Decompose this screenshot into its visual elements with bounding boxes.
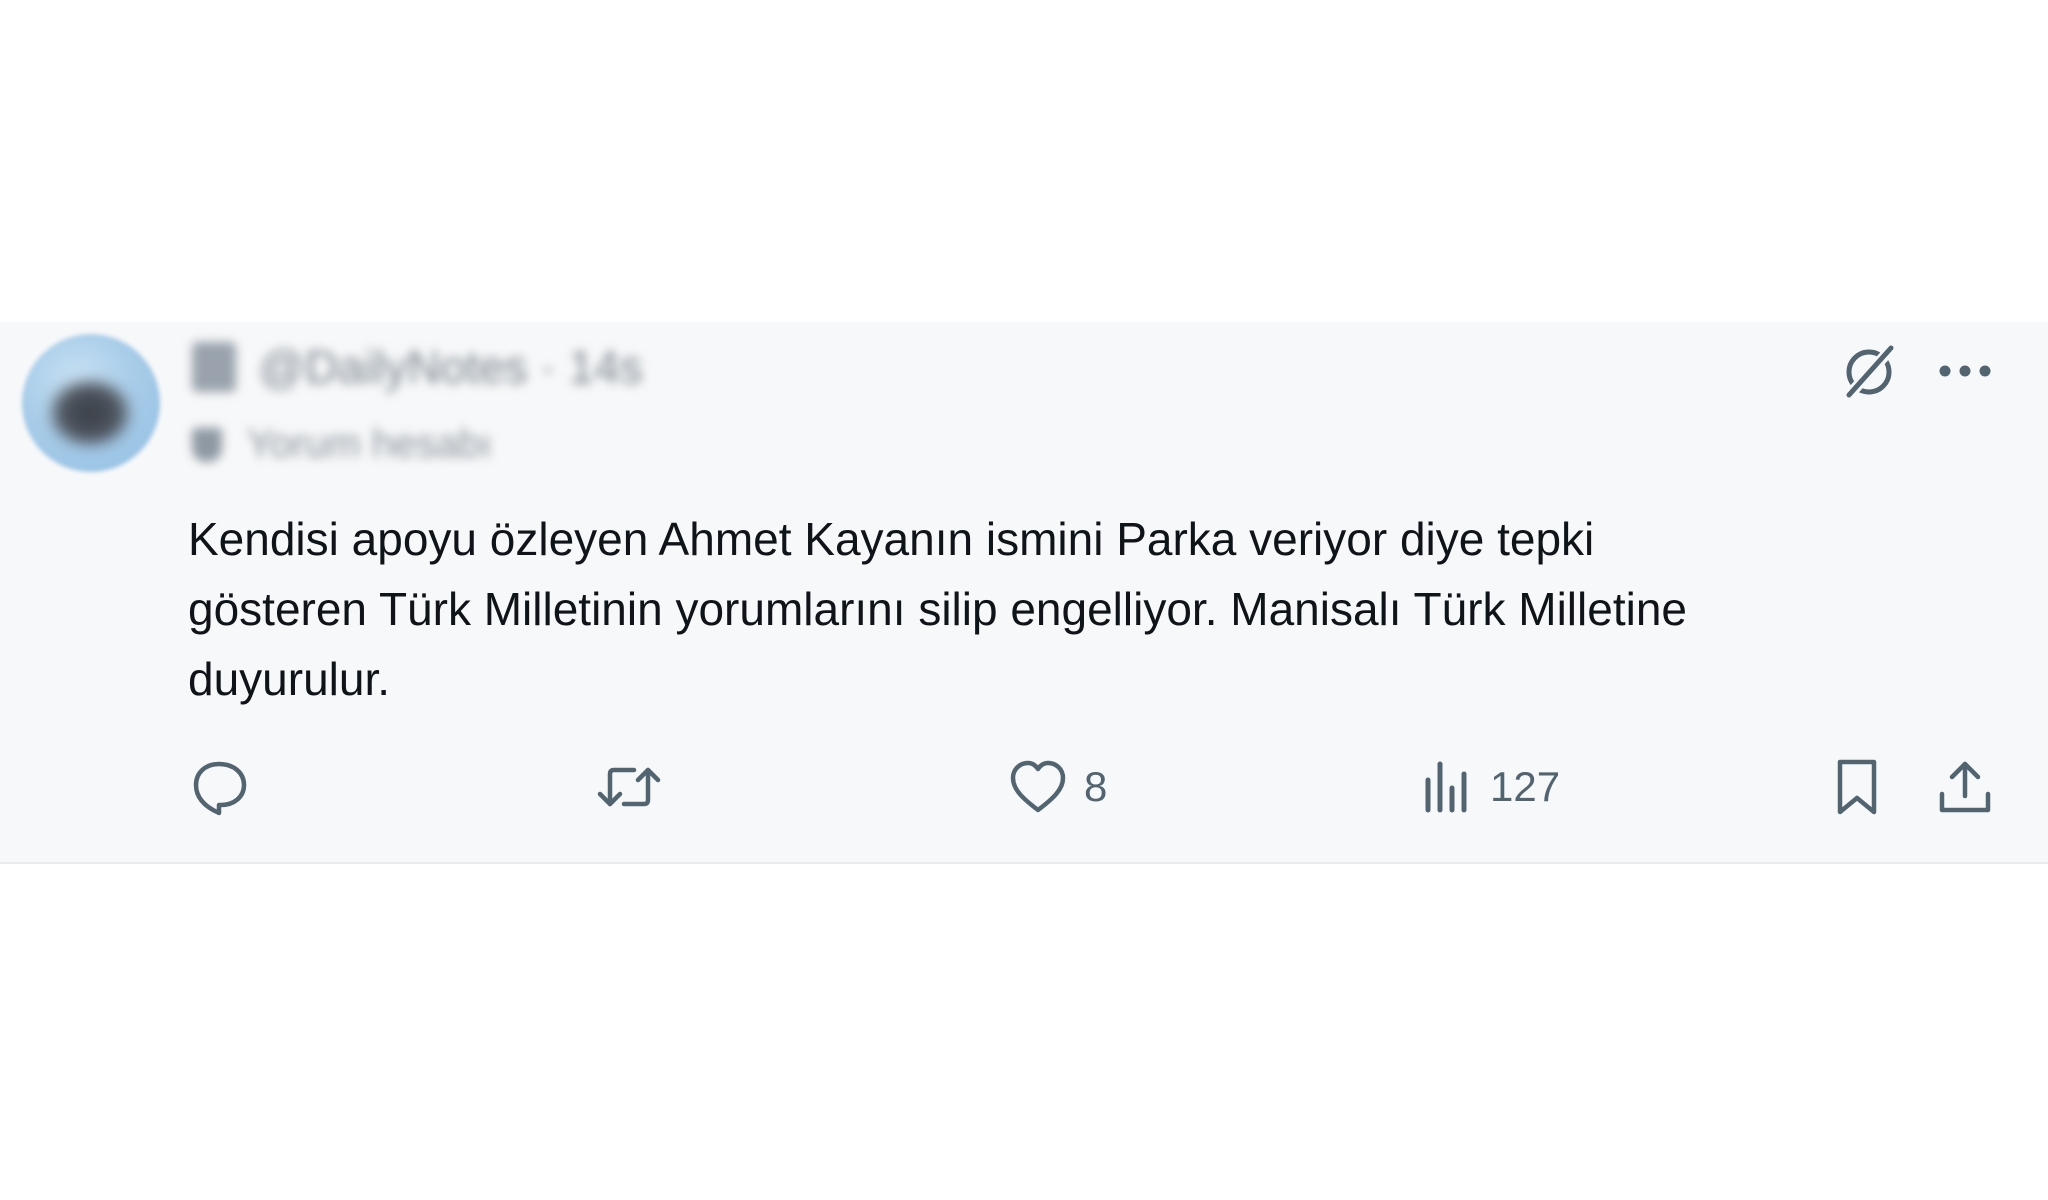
tweet-card[interactable]: @DailyNotes · 14s Yorum hesabı Kendisi a… bbox=[0, 322, 2048, 864]
avatar-image bbox=[48, 378, 132, 448]
like-button[interactable]: 8 bbox=[1008, 752, 1107, 822]
bookmark-icon bbox=[1830, 756, 1884, 818]
more-options-button[interactable] bbox=[1930, 340, 2000, 402]
tweet-header: @DailyNotes · 14s bbox=[192, 340, 643, 394]
heart-icon bbox=[1008, 758, 1068, 816]
account-label-row: Yorum hesabı bbox=[192, 422, 492, 467]
user-badge-icon bbox=[192, 342, 236, 392]
reply-button[interactable] bbox=[188, 752, 250, 822]
reply-icon bbox=[188, 756, 250, 818]
views-chart-icon bbox=[1420, 758, 1474, 816]
author-handle[interactable]: @DailyNotes · 14s bbox=[258, 340, 642, 394]
page: @DailyNotes · 14s Yorum hesabı Kendisi a… bbox=[0, 0, 2048, 1200]
more-dots-icon bbox=[1938, 364, 1992, 378]
share-icon bbox=[1934, 756, 1996, 818]
bookmark-button[interactable] bbox=[1830, 752, 1884, 822]
tweet-text: Kendisi apoyu özleyen Ahmet Kayanın ismi… bbox=[188, 513, 1687, 705]
grok-button[interactable] bbox=[1838, 340, 1900, 402]
tweet-time[interactable]: 14s bbox=[568, 341, 642, 393]
views-button[interactable]: 127 bbox=[1420, 752, 1560, 822]
shield-icon bbox=[192, 427, 222, 462]
avatar[interactable] bbox=[22, 334, 160, 472]
share-button[interactable] bbox=[1934, 752, 1996, 822]
grok-icon bbox=[1840, 342, 1898, 400]
views-count: 127 bbox=[1490, 763, 1561, 810]
account-label: Yorum hesabı bbox=[246, 422, 492, 466]
like-count: 8 bbox=[1084, 763, 1108, 810]
retweet-button[interactable] bbox=[594, 752, 664, 822]
retweet-icon bbox=[594, 756, 664, 818]
